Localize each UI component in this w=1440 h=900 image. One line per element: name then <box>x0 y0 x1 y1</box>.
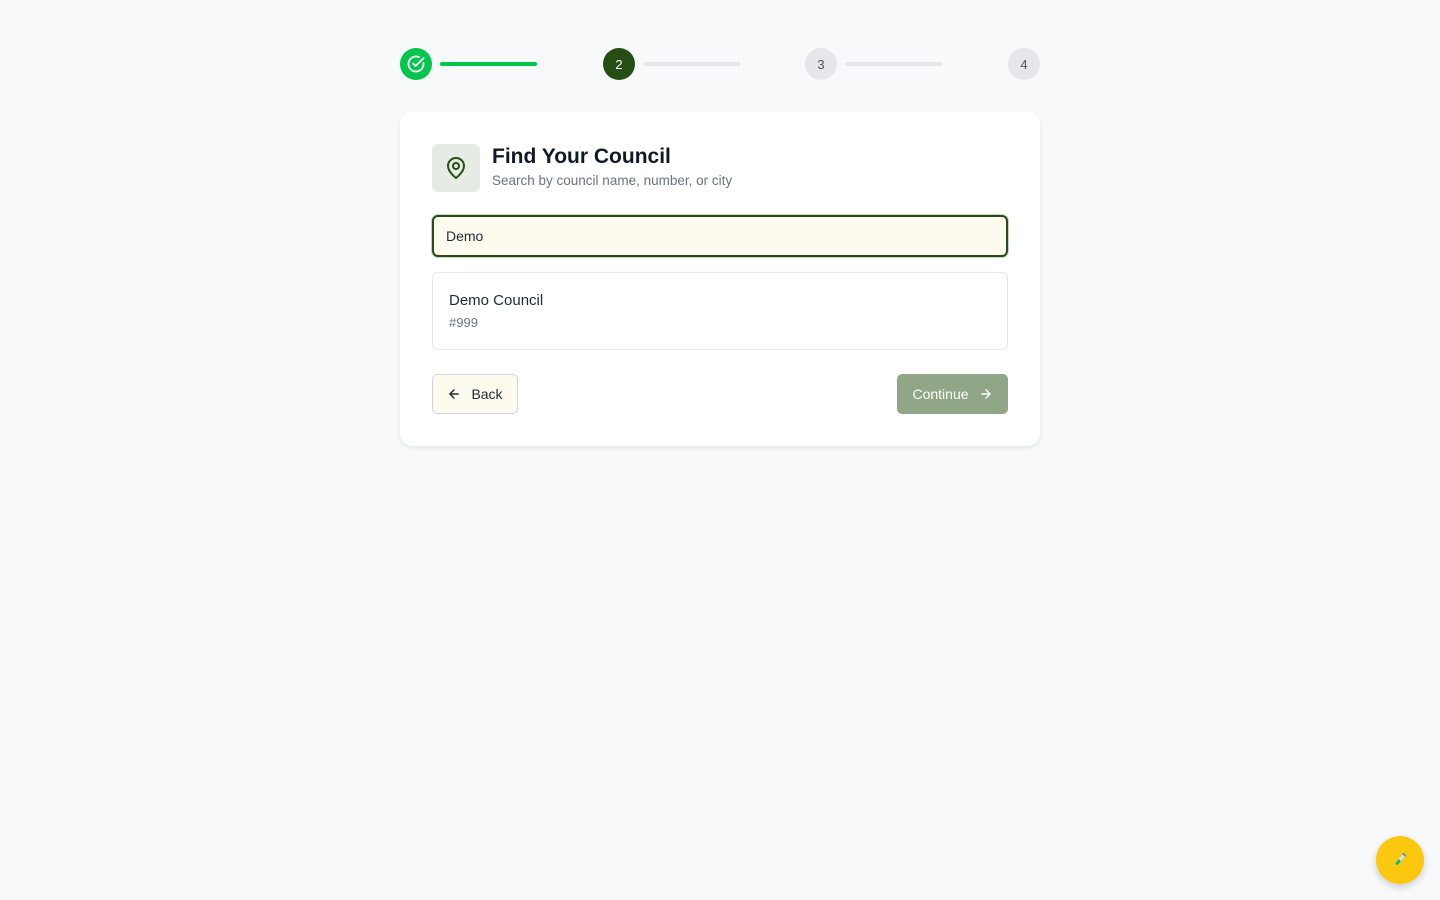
step-connector-3 <box>845 62 942 66</box>
find-council-card: Find Your Council Search by council name… <box>400 112 1040 446</box>
page-subtitle: Search by council name, number, or city <box>492 173 733 188</box>
step-4: 4 <box>1008 48 1040 80</box>
step-1-completed <box>400 48 432 80</box>
council-name: Demo Council <box>449 292 544 309</box>
step-connector-1 <box>440 62 537 66</box>
council-result-item[interactable]: Demo Council #999 <box>432 272 1008 350</box>
check-circle-icon <box>407 55 425 73</box>
step-number: 3 <box>817 56 825 72</box>
page-title: Find Your Council <box>492 145 671 168</box>
step-2-current: 2 <box>603 48 635 80</box>
floating-action-button[interactable] <box>1376 836 1424 884</box>
back-button[interactable]: Back <box>432 374 518 414</box>
step-number: 2 <box>615 56 623 72</box>
continue-button-label: Continue <box>912 386 969 402</box>
step-3: 3 <box>805 48 837 80</box>
council-number: #999 <box>449 315 478 330</box>
arrow-left-icon <box>447 387 461 401</box>
back-button-label: Back <box>471 386 503 402</box>
arrow-right-icon <box>979 387 993 401</box>
council-search-input[interactable] <box>432 215 1008 257</box>
card-header: Find Your Council Search by council name… <box>432 144 732 192</box>
map-pin-icon <box>432 144 480 192</box>
step-connector-2 <box>643 62 740 66</box>
test-tube-icon <box>1395 853 1407 865</box>
progress-stepper: 2 3 4 <box>400 48 1040 80</box>
step-number: 4 <box>1020 56 1028 72</box>
continue-button[interactable]: Continue <box>897 374 1008 414</box>
